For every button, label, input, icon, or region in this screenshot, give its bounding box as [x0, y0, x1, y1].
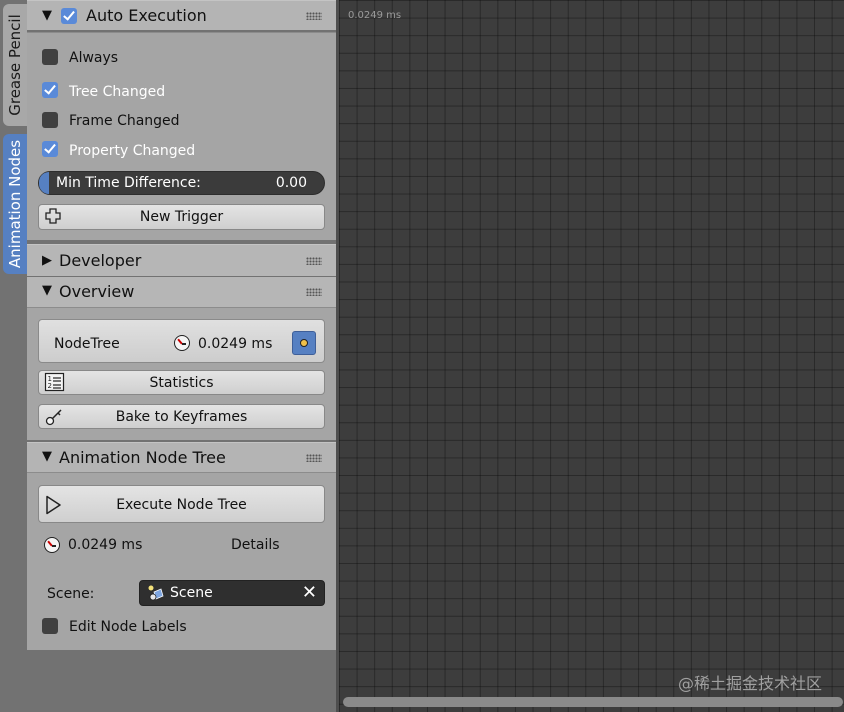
execute-node-tree-button[interactable]: Execute Node Tree: [38, 485, 325, 523]
min-time-difference-slider[interactable]: Min Time Difference: 0.00: [38, 171, 325, 195]
close-icon[interactable]: ✕: [302, 582, 317, 603]
auto-execution-enabled-checkbox[interactable]: [61, 8, 77, 24]
frame-changed-label: Frame Changed: [69, 113, 180, 129]
expand-triangle-icon[interactable]: ▶: [42, 253, 52, 268]
always-checkbox[interactable]: [42, 49, 58, 65]
select-tree-button[interactable]: [292, 331, 316, 355]
drag-grip-icon[interactable]: [306, 288, 322, 296]
tab-grease-pencil[interactable]: Grease Pencil: [3, 4, 27, 126]
watermark: @稀土掘金技术社区: [677, 674, 822, 693]
clock-icon: [44, 537, 60, 553]
new-trigger-button[interactable]: New Trigger: [38, 204, 325, 230]
scene-value: Scene: [170, 585, 213, 601]
property-changed-label: Property Changed: [69, 143, 196, 159]
statistics-button[interactable]: 1 2 Statistics: [38, 370, 325, 395]
execution-time-overlay: 0.0249 ms: [348, 10, 402, 21]
panel-title-overview: Overview: [59, 282, 135, 301]
tool-tab-strip: Grease Pencil Animation Nodes: [0, 0, 27, 712]
slider-fill: [39, 172, 49, 194]
bake-label: Bake to Keyframes: [115, 409, 248, 425]
panel-header-developer[interactable]: ▶ Developer: [27, 244, 336, 276]
drag-grip-icon[interactable]: [306, 257, 322, 265]
panel-header-animation-node-tree[interactable]: ▼ Animation Node Tree: [27, 442, 336, 472]
execution-time: 0.0249 ms: [68, 537, 143, 553]
execute-label: Execute Node Tree: [116, 497, 247, 513]
slider-label: Min Time Difference:: [56, 175, 201, 191]
panel-title-auto-execution: Auto Execution: [86, 6, 207, 25]
collapse-triangle-icon[interactable]: ▼: [42, 283, 52, 298]
new-trigger-label: New Trigger: [139, 209, 224, 225]
scene-label: Scene:: [47, 586, 95, 602]
tree-changed-label: Tree Changed: [69, 84, 166, 100]
edit-node-labels-checkbox[interactable]: [42, 618, 58, 634]
tree-changed-checkbox[interactable]: [42, 82, 58, 98]
details-toggle[interactable]: Details: [231, 537, 280, 553]
node-tree-time: 0.0249 ms: [198, 336, 273, 352]
frame-changed-checkbox[interactable]: [42, 112, 58, 128]
property-changed-checkbox[interactable]: [42, 141, 58, 157]
clock-icon: [174, 335, 190, 351]
collapse-triangle-icon[interactable]: ▼: [42, 8, 52, 23]
node-editor-canvas[interactable]: 0.0249 ms: [339, 0, 844, 712]
slider-value: 0.00: [275, 175, 307, 191]
tab-animation-nodes[interactable]: Animation Nodes: [3, 134, 27, 274]
horizontal-scrollbar[interactable]: [343, 697, 843, 707]
always-label: Always: [69, 50, 119, 66]
panel-title-animation-node-tree: Animation Node Tree: [59, 448, 226, 467]
scene-selector[interactable]: Scene ✕: [139, 580, 325, 606]
panel-header-auto-execution[interactable]: ▼ Auto Execution: [27, 0, 336, 30]
statistics-label: Statistics: [149, 375, 214, 391]
node-tree-name: NodeTree: [54, 336, 120, 352]
collapse-triangle-icon[interactable]: ▼: [42, 449, 52, 464]
panel-header-overview[interactable]: ▼ Overview: [27, 277, 336, 307]
bake-to-keyframes-button[interactable]: Bake to Keyframes: [38, 404, 325, 429]
edit-node-labels-label: Edit Node Labels: [69, 619, 187, 635]
scene-icon: [148, 585, 164, 601]
panel-title-developer: Developer: [59, 251, 142, 270]
drag-grip-icon[interactable]: [306, 12, 322, 20]
drag-grip-icon[interactable]: [306, 454, 322, 462]
